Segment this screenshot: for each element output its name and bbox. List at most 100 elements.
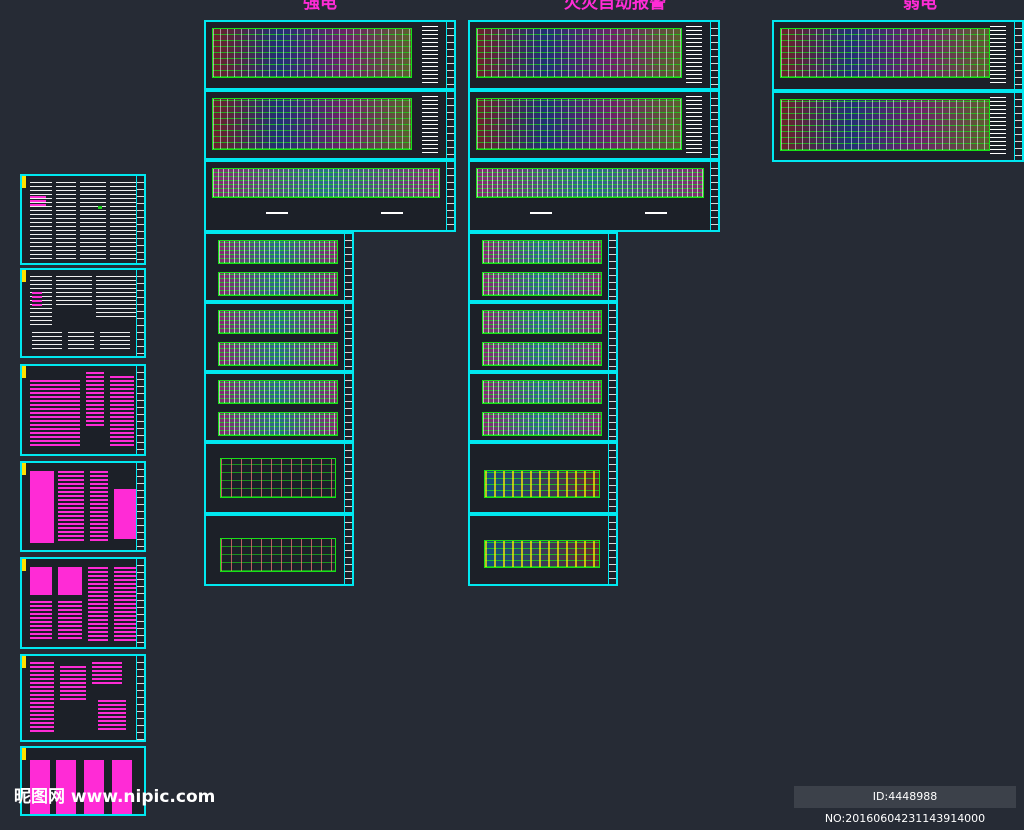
legend-table	[990, 26, 1006, 85]
strong-plan-sheet-3[interactable]	[204, 160, 456, 232]
schedule-diagram	[88, 567, 108, 641]
title-block	[608, 444, 616, 512]
legend-table	[686, 96, 702, 154]
floor-plan-lower	[218, 412, 338, 436]
title-block	[136, 270, 144, 356]
title-block	[446, 92, 454, 158]
image-id-label: ID:4448988 NO:20160604231143914000	[794, 786, 1016, 825]
schedule-text	[32, 332, 62, 350]
title-block	[136, 366, 144, 454]
floor-plan	[476, 168, 704, 198]
schedule-mark	[98, 206, 102, 209]
sheet-marker	[22, 270, 26, 282]
floor-plan-upper	[482, 310, 602, 334]
schedule-text	[96, 276, 136, 318]
fire-floor-sheet-2[interactable]	[468, 302, 618, 372]
plan-caption	[266, 212, 288, 214]
schedule-text	[80, 182, 106, 260]
header-fire-alarm: 火灾自动报警	[564, 0, 666, 13]
schedule-diagram	[110, 376, 134, 446]
fire-roof-sheet-1[interactable]	[468, 442, 618, 514]
title-block	[710, 22, 718, 88]
title-block	[608, 304, 616, 370]
floor-plan-lower	[482, 412, 602, 436]
sheet-left-2[interactable]	[20, 268, 146, 358]
sheet-left-1[interactable]	[20, 174, 146, 265]
title-block	[710, 162, 718, 230]
weak-plan-sheet-1[interactable]	[772, 20, 1024, 91]
floor-plan-upper	[482, 240, 602, 264]
floor-plan	[476, 98, 682, 150]
floor-plan	[780, 99, 990, 151]
schedule-diagram	[114, 489, 136, 539]
strong-roof-sheet-1[interactable]	[204, 442, 354, 514]
schedule-highlight	[30, 196, 46, 208]
schedule-diagram	[30, 662, 54, 734]
floor-plan	[476, 28, 682, 78]
title-block	[136, 656, 144, 740]
schedule-diagram	[58, 471, 84, 543]
floor-plan	[212, 168, 440, 198]
sheet-marker	[22, 748, 26, 760]
title-block	[608, 516, 616, 584]
roof-plan	[484, 540, 600, 568]
legend-table	[990, 97, 1006, 156]
fire-plan-sheet-1[interactable]	[468, 20, 720, 90]
strong-floor-sheet-1[interactable]	[204, 232, 354, 302]
sheet-left-5[interactable]	[20, 557, 146, 649]
schedule-diagram	[30, 471, 54, 543]
title-block	[1014, 22, 1022, 89]
floor-plan	[780, 28, 990, 78]
title-block	[710, 92, 718, 158]
weak-plan-sheet-2[interactable]	[772, 91, 1024, 162]
fire-roof-sheet-2[interactable]	[468, 514, 618, 586]
floor-plan-upper	[218, 310, 338, 334]
strong-roof-sheet-2[interactable]	[204, 514, 354, 586]
header-strong-current: 强电	[303, 0, 337, 13]
floor-plan-lower	[218, 272, 338, 296]
plan-caption	[381, 212, 403, 214]
title-block	[344, 374, 352, 440]
schedule-highlight	[32, 292, 42, 306]
floor-plan	[212, 98, 412, 150]
floor-plan-upper	[482, 380, 602, 404]
title-block	[136, 176, 144, 263]
schedule-diagram	[60, 666, 86, 700]
title-block	[1014, 93, 1022, 160]
plan-caption	[530, 212, 552, 214]
schedule-text	[56, 276, 92, 306]
title-block	[446, 22, 454, 88]
schedule-diagram	[30, 601, 52, 641]
title-block	[608, 234, 616, 300]
schedule-diagram	[30, 567, 52, 595]
sheet-marker	[22, 366, 26, 378]
fire-plan-sheet-2[interactable]	[468, 90, 720, 160]
schedule-text	[100, 332, 130, 350]
schedule-text	[56, 182, 76, 260]
title-block	[344, 234, 352, 300]
sheet-marker	[22, 656, 26, 668]
title-block	[446, 162, 454, 230]
title-block	[344, 444, 352, 512]
strong-floor-sheet-3[interactable]	[204, 372, 354, 442]
watermark: 昵图网 www.nipic.com	[14, 787, 216, 807]
sheet-left-3[interactable]	[20, 364, 146, 456]
strong-plan-sheet-2[interactable]	[204, 90, 456, 160]
floor-plan-upper	[218, 380, 338, 404]
title-block	[136, 463, 144, 550]
plan-caption	[645, 212, 667, 214]
schedule-diagram	[58, 601, 82, 641]
fire-floor-sheet-3[interactable]	[468, 372, 618, 442]
floor-plan-lower	[482, 342, 602, 366]
schedule-diagram	[98, 700, 126, 730]
fire-plan-sheet-3[interactable]	[468, 160, 720, 232]
schedule-text	[110, 182, 136, 260]
strong-floor-sheet-2[interactable]	[204, 302, 354, 372]
sheet-left-6[interactable]	[20, 654, 146, 742]
sheet-left-4[interactable]	[20, 461, 146, 552]
title-block	[608, 374, 616, 440]
fire-floor-sheet-1[interactable]	[468, 232, 618, 302]
strong-plan-sheet-1[interactable]	[204, 20, 456, 90]
roof-plan	[484, 470, 600, 498]
floor-plan-lower	[482, 272, 602, 296]
